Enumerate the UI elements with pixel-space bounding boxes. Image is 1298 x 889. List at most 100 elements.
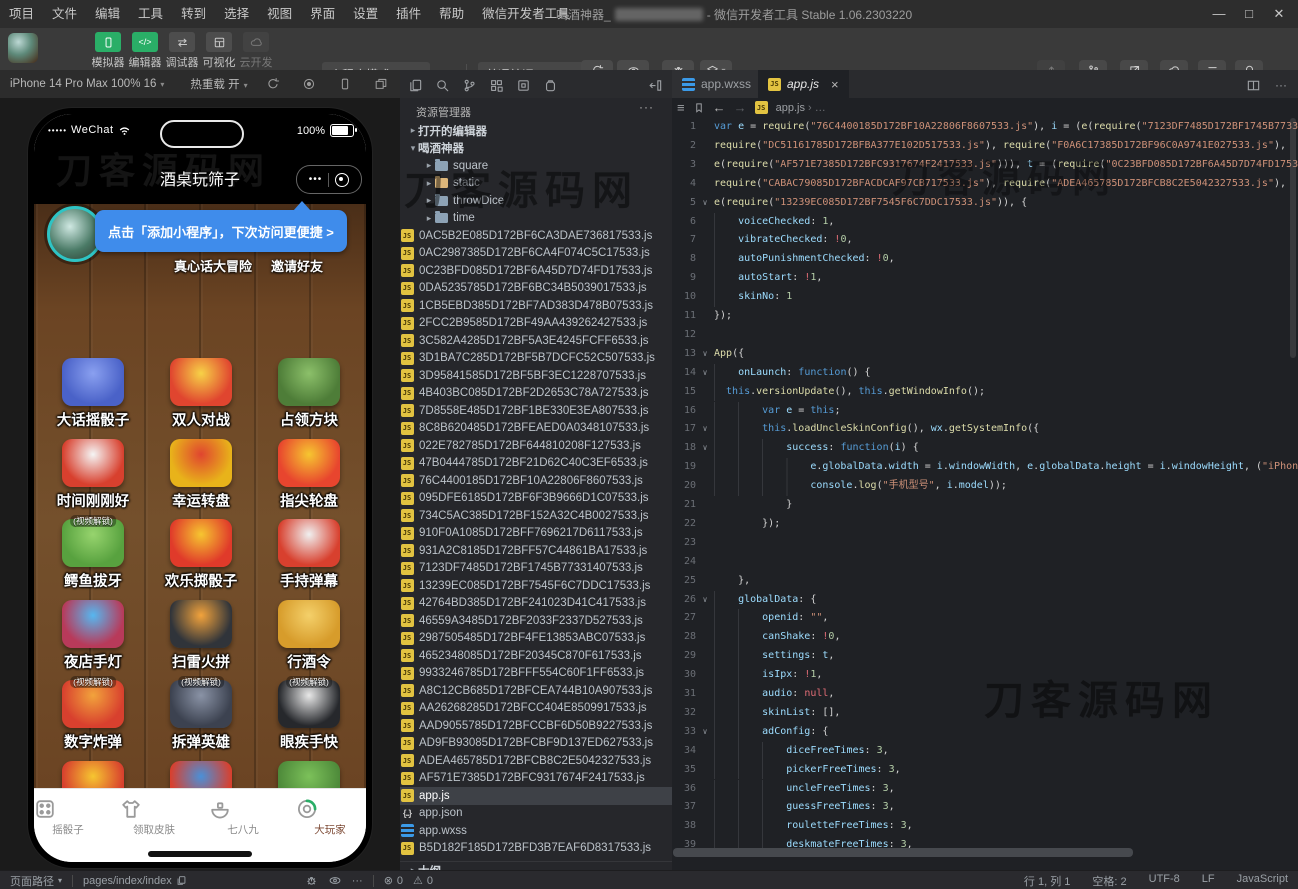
truth-dare-label[interactable]: 真心话大冒险 bbox=[174, 256, 252, 275]
vertical-scrollbar[interactable] bbox=[1290, 118, 1296, 358]
phone-tab-大玩家[interactable]: 大玩家 bbox=[295, 797, 365, 837]
file-row[interactable]: JS3D95841585D172BF5BF3EC1228707533.js bbox=[400, 367, 672, 385]
file-row[interactable]: JS4652348085D172BF20345C870F617533.js bbox=[400, 647, 672, 665]
file-row[interactable]: JS7D8558E485D172BF1BE330E3EA807533.js bbox=[400, 402, 672, 420]
toggle-模拟器[interactable]: 模拟器 bbox=[88, 32, 128, 70]
file-row[interactable]: JS734C5AC385D172BF152A32C4B0027533.js bbox=[400, 507, 672, 525]
collapse-sidebar-icon[interactable] bbox=[646, 76, 664, 94]
file-row[interactable]: JS3C582A4285D172BF5A3E4245FCFF6533.js bbox=[400, 332, 672, 350]
file-row[interactable]: JSapp.js bbox=[400, 787, 672, 805]
nav-forward-icon[interactable]: → bbox=[734, 100, 747, 115]
phone-tab-七八九[interactable]: 七八九 bbox=[208, 797, 278, 837]
game-item[interactable]: (视频解锁)数字炸弹 bbox=[40, 680, 146, 752]
breadcrumb[interactable]: app.js › … bbox=[776, 102, 826, 114]
eol-setting[interactable]: LF bbox=[1202, 873, 1215, 889]
restart-simulator-icon[interactable] bbox=[266, 77, 280, 91]
error-count[interactable]: ⊗0 bbox=[384, 874, 403, 887]
game-item[interactable]: 夜店手灯 bbox=[40, 600, 146, 672]
menu-item-转到[interactable]: 转到 bbox=[172, 0, 215, 28]
add-miniprogram-banner[interactable]: 点击「添加小程序」，下次访问更便捷 > bbox=[95, 210, 347, 252]
game-item[interactable]: 大话摇骰子 bbox=[40, 358, 146, 430]
file-row[interactable]: JS47B0444785D172BF21D62C40C3EF6533.js bbox=[400, 455, 672, 473]
file-row[interactable]: JS931A2C8185D172BFF57C44861BA17533.js bbox=[400, 542, 672, 560]
nav-back-icon[interactable]: ← bbox=[713, 100, 726, 115]
phone-tab-摇骰子[interactable]: 摇骰子 bbox=[34, 797, 103, 837]
folder-row[interactable]: ▸throwDice bbox=[400, 192, 672, 210]
file-row[interactable]: JSA8C12CB685D172BFCEA744B10A907533.js bbox=[400, 682, 672, 700]
copy-icon[interactable] bbox=[176, 875, 187, 886]
horizontal-scrollbar[interactable] bbox=[673, 848, 1133, 857]
menu-item-选择[interactable]: 选择 bbox=[215, 0, 258, 28]
game-item[interactable]: 扫雷火拼 bbox=[148, 600, 254, 672]
file-row[interactable]: JS0DA5235785D172BF6BC34B5039017533.js bbox=[400, 280, 672, 298]
cursor-position[interactable]: 行 1, 列 1 bbox=[1024, 873, 1070, 889]
menu-item-界面[interactable]: 界面 bbox=[301, 0, 344, 28]
source-control-icon[interactable] bbox=[460, 76, 478, 94]
page-path-value[interactable]: pages/index/index bbox=[83, 875, 187, 887]
phone-tab-领取皮肤[interactable]: 领取皮肤 bbox=[119, 797, 189, 837]
fold-chevron-icon[interactable]: ∨ bbox=[699, 364, 711, 383]
fold-chevron-icon[interactable]: ∨ bbox=[699, 723, 711, 742]
tab-app.js[interactable]: JSapp.js× bbox=[758, 70, 849, 98]
device-frame-icon[interactable] bbox=[338, 77, 352, 91]
outline-section[interactable]: ▸大纲 bbox=[400, 861, 672, 870]
tab-app.wxss[interactable]: app.wxss bbox=[672, 70, 762, 98]
warning-count[interactable]: ⚠0 bbox=[413, 874, 433, 887]
toggle-云开发[interactable]: 云开发 bbox=[236, 32, 276, 70]
minimize-target-icon[interactable] bbox=[335, 173, 349, 187]
invite-friends-label[interactable]: 邀请好友 bbox=[271, 256, 323, 275]
file-row[interactable]: JS13239EC085D172BF7545F6C7DDC17533.js bbox=[400, 577, 672, 595]
toggle-可视化[interactable]: 可视化 bbox=[199, 32, 239, 70]
file-row[interactable]: JS0AC2987385D172BF6CA4F074C5C17533.js bbox=[400, 245, 672, 263]
file-row[interactable]: JS9933246785D172BFFF554C60F1FF6533.js bbox=[400, 665, 672, 683]
extensions-icon[interactable] bbox=[487, 76, 505, 94]
file-row[interactable]: JS42764BD385D172BF241023D41C417533.js bbox=[400, 595, 672, 613]
menu-item-视图[interactable]: 视图 bbox=[258, 0, 301, 28]
close-button[interactable]: ✕ bbox=[1264, 0, 1294, 28]
hot-reload-toggle[interactable]: 热重载 开▾ bbox=[190, 76, 247, 92]
screen-record-icon[interactable] bbox=[302, 77, 316, 91]
encoding-setting[interactable]: UTF-8 bbox=[1149, 873, 1180, 889]
project-root[interactable]: ▾喝酒神器 bbox=[400, 140, 672, 158]
outline-icon[interactable]: ≡ bbox=[677, 100, 685, 115]
game-item[interactable]: (视频解锁)眼疾手快 bbox=[256, 680, 362, 752]
file-row[interactable]: JS095DFE6185D172BF6F3B9666D1C07533.js bbox=[400, 490, 672, 508]
menu-item-工具[interactable]: 工具 bbox=[129, 0, 172, 28]
files-icon[interactable] bbox=[406, 76, 424, 94]
fold-chevron-icon[interactable]: ∨ bbox=[699, 439, 711, 458]
capsule-menu[interactable]: ••• bbox=[296, 165, 362, 194]
snippets-icon[interactable] bbox=[514, 76, 532, 94]
game-item[interactable]: 指尖轮盘 bbox=[256, 439, 362, 511]
file-row[interactable]: JS7123DF7485D172BF1745B77331407533.js bbox=[400, 560, 672, 578]
menu-item-项目[interactable]: 项目 bbox=[0, 0, 43, 28]
explorer-more-icon[interactable]: ··· bbox=[639, 100, 654, 114]
tree-row[interactable]: ▸打开的编辑器 bbox=[400, 122, 672, 140]
game-item[interactable]: 欢乐掷骰子 bbox=[148, 519, 254, 591]
game-item[interactable]: 手持弹幕 bbox=[256, 519, 362, 591]
folder-row[interactable]: ▸time bbox=[400, 210, 672, 228]
game-item[interactable]: 时间刚刚好 bbox=[40, 439, 146, 511]
file-row[interactable]: JSADEA465785D172BFCB8C2E5042327533.js bbox=[400, 752, 672, 770]
file-row[interactable]: app.wxss bbox=[400, 822, 672, 840]
game-item[interactable]: 占领方块 bbox=[256, 358, 362, 430]
search-icon[interactable] bbox=[433, 76, 451, 94]
debug-icon[interactable] bbox=[305, 874, 318, 887]
game-item[interactable]: 行酒令 bbox=[256, 600, 362, 672]
file-row[interactable]: JS2987505485D172BF4FE13853ABC07533.js bbox=[400, 630, 672, 648]
folder-row[interactable]: ▸square bbox=[400, 157, 672, 175]
file-row[interactable]: JS8C8B620485D172BFEAED0A0348107533.js bbox=[400, 420, 672, 438]
menu-item-编辑[interactable]: 编辑 bbox=[86, 0, 129, 28]
menu-item-文件[interactable]: 文件 bbox=[43, 0, 86, 28]
fold-chevron-icon[interactable]: ∨ bbox=[699, 194, 711, 213]
code-editor[interactable]: ≡ ← → JS app.js › … 1var e = require("76… bbox=[672, 98, 1298, 870]
close-tab-icon[interactable]: × bbox=[831, 77, 839, 92]
package-icon[interactable] bbox=[541, 76, 559, 94]
menu-item-插件[interactable]: 插件 bbox=[387, 0, 430, 28]
file-row[interactable]: JS1CB5EBD385D172BF7AD383D478B07533.js bbox=[400, 297, 672, 315]
file-row[interactable]: JS46559A3485D172BF2033F2337D527533.js bbox=[400, 612, 672, 630]
language-mode[interactable]: JavaScript bbox=[1237, 873, 1288, 889]
fold-chevron-icon[interactable]: ∨ bbox=[699, 345, 711, 364]
menu-item-帮助[interactable]: 帮助 bbox=[430, 0, 473, 28]
file-row[interactable]: JS2FCC2B9585D172BF49AA439262427533.js bbox=[400, 315, 672, 333]
file-row[interactable]: JS022E782785D172BF644810208F127533.js bbox=[400, 437, 672, 455]
